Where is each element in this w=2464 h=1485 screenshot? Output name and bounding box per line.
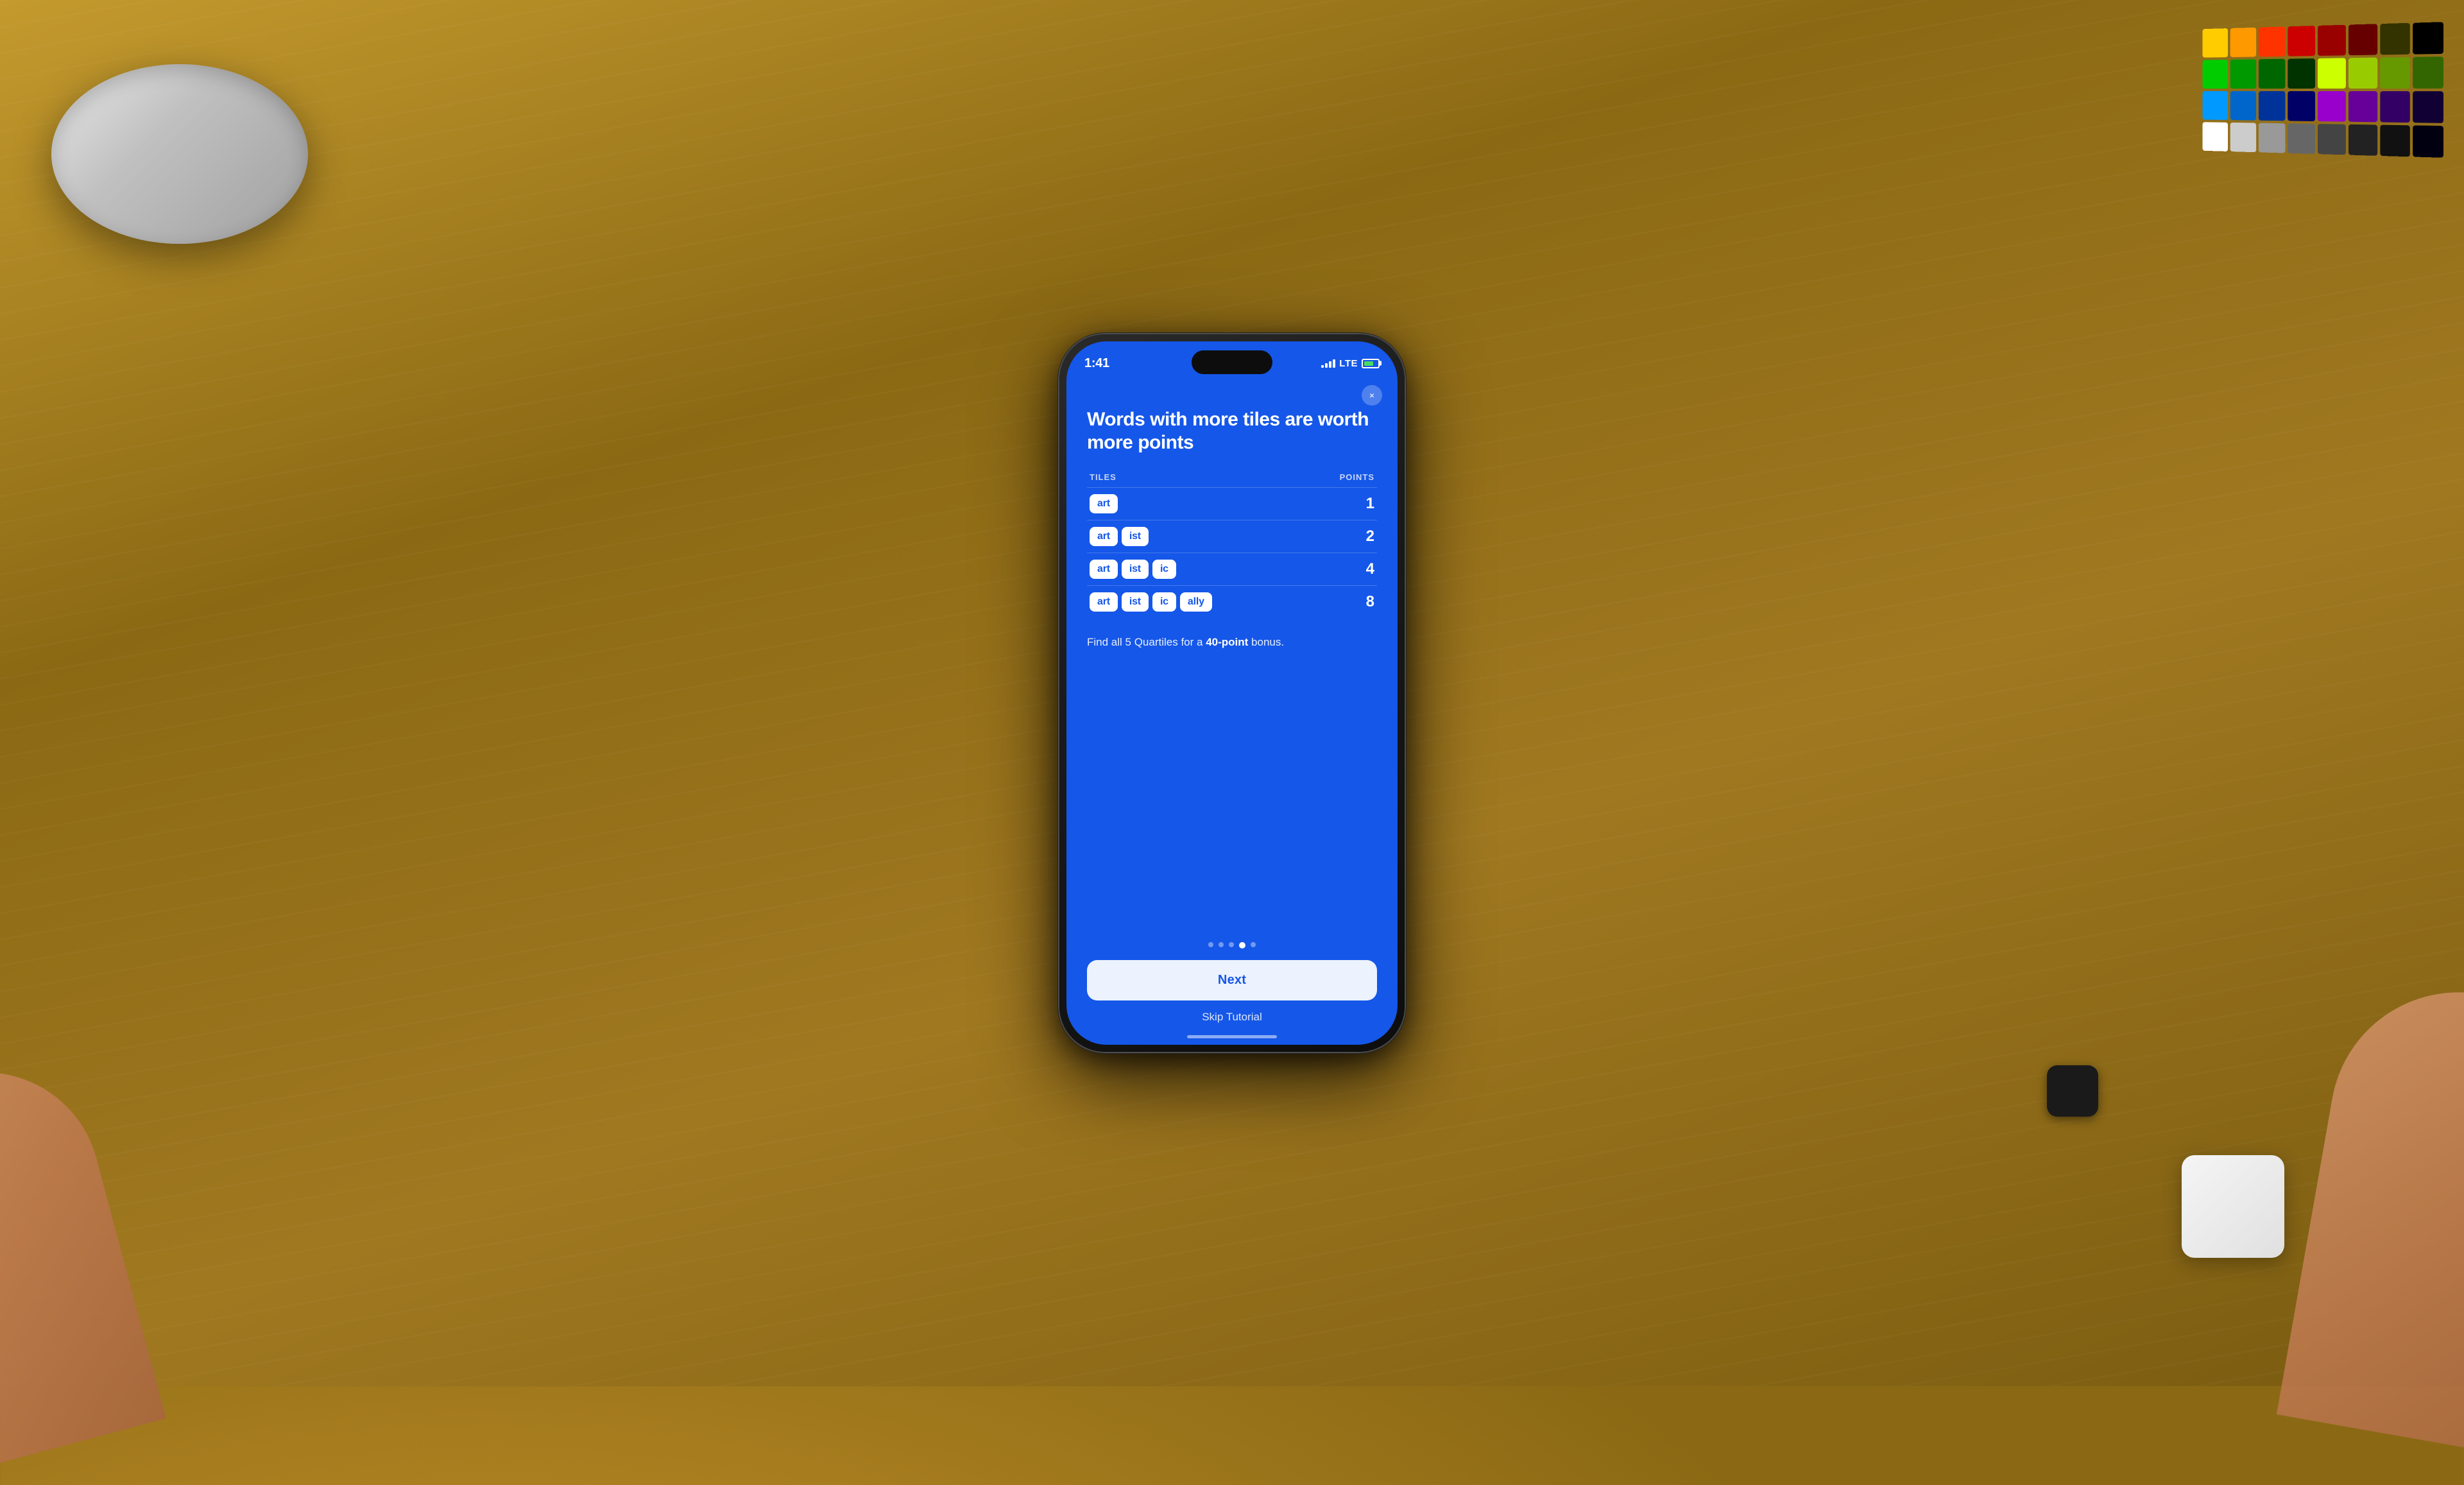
dynamic-island — [1192, 350, 1272, 374]
battery-fill — [1364, 361, 1373, 366]
lte-label: LTE — [1339, 358, 1358, 369]
main-content: Words with more tiles are worth more poi… — [1066, 376, 1398, 1031]
tiles-group-1: art — [1090, 494, 1118, 513]
table-row: art ist 2 — [1087, 520, 1377, 553]
color-swatch — [2380, 125, 2410, 157]
color-swatch — [2380, 57, 2410, 89]
color-swatch — [2380, 23, 2410, 55]
battery-icon — [1362, 359, 1380, 368]
bonus-highlight: 40-point — [1206, 636, 1248, 648]
color-swatch — [2318, 124, 2346, 155]
dot-2 — [1219, 942, 1224, 947]
tile-ist-4: ist — [1122, 592, 1149, 612]
next-button[interactable]: Next — [1087, 960, 1377, 1000]
color-swatch — [2318, 58, 2346, 89]
close-button[interactable]: × — [1362, 385, 1382, 406]
tile-art-3: art — [1090, 560, 1118, 579]
color-swatch — [2230, 59, 2256, 89]
dot-1 — [1208, 942, 1213, 947]
color-swatch — [2203, 91, 2228, 120]
home-indicator — [1187, 1035, 1277, 1038]
status-time: 1:41 — [1084, 356, 1109, 371]
color-swatch — [2259, 59, 2286, 89]
color-swatch — [2413, 91, 2443, 123]
headset-device — [13, 64, 346, 321]
points-2: 2 — [1355, 528, 1374, 545]
scoring-table: TILES POINTS art 1 art ist — [1087, 472, 1377, 618]
color-swatch — [2413, 22, 2443, 54]
color-swatch — [2230, 123, 2256, 152]
color-swatch — [2380, 91, 2410, 123]
status-icons: LTE — [1321, 358, 1380, 369]
color-swatch — [2288, 123, 2315, 154]
color-swatch — [2348, 124, 2377, 156]
color-swatch — [2259, 91, 2286, 121]
signal-bar-3 — [1329, 361, 1331, 368]
phone-wrapper: 1:41 LTE — [1052, 327, 1412, 1059]
color-swatch — [2413, 56, 2443, 89]
bonus-text: Find all 5 Quartiles for a 40-point bonu… — [1087, 635, 1377, 650]
tiles-group-3: art ist ic — [1090, 560, 1176, 579]
points-1: 1 — [1355, 495, 1374, 513]
dot-4-active — [1239, 942, 1245, 949]
close-icon: × — [1369, 391, 1374, 400]
tiles-group-4: art ist ic ally — [1090, 592, 1212, 612]
signal-bars — [1321, 359, 1335, 368]
table-row: art 1 — [1087, 487, 1377, 520]
tile-ic-3: ic — [1152, 560, 1176, 579]
tile-ist-2: ist — [1122, 527, 1149, 546]
table-header: TILES POINTS — [1087, 472, 1377, 487]
color-swatch — [2348, 58, 2377, 89]
pagination-dots — [1087, 942, 1377, 949]
tile-ic-4: ic — [1152, 592, 1176, 612]
tile-art-2: art — [1090, 527, 1118, 546]
color-swatch — [2288, 58, 2315, 89]
signal-bar-1 — [1321, 365, 1324, 368]
dot-3 — [1229, 942, 1234, 947]
table-row: art ist ic 4 — [1087, 553, 1377, 585]
color-swatch — [2203, 122, 2228, 151]
points-col-header: POINTS — [1340, 472, 1374, 482]
table-row: art ist ic ally 8 — [1087, 585, 1377, 618]
white-device — [2182, 1155, 2284, 1258]
tile-ist-3: ist — [1122, 560, 1149, 579]
color-swatch — [2348, 24, 2377, 55]
color-swatches — [2203, 22, 2443, 158]
tiles-col-header: TILES — [1090, 472, 1116, 482]
color-swatch — [2230, 28, 2256, 57]
tile-art-1: art — [1090, 494, 1118, 513]
tile-art-4: art — [1090, 592, 1118, 612]
color-swatch — [2318, 91, 2346, 122]
color-swatch — [2413, 125, 2443, 157]
spacer — [1087, 650, 1377, 942]
page-title: Words with more tiles are worth more poi… — [1087, 408, 1377, 454]
bonus-prefix: Find all 5 Quartiles for a — [1087, 636, 1206, 648]
color-swatch — [2230, 91, 2256, 121]
headset-body — [51, 64, 308, 244]
color-swatch — [2203, 28, 2228, 58]
color-swatch — [2318, 25, 2346, 56]
color-swatch — [2259, 26, 2286, 56]
phone-outer: 1:41 LTE — [1059, 334, 1405, 1052]
color-swatch — [2288, 91, 2315, 121]
tiles-group-2: art ist — [1090, 527, 1149, 546]
color-swatch — [2348, 91, 2377, 122]
color-swatch — [2288, 26, 2315, 56]
color-swatch — [2203, 60, 2228, 89]
tile-ally-4: ally — [1180, 592, 1212, 612]
color-swatch — [2259, 123, 2286, 153]
points-4: 8 — [1355, 593, 1374, 611]
signal-bar-4 — [1333, 359, 1335, 368]
dot-5 — [1251, 942, 1256, 947]
battery-container — [1362, 359, 1380, 368]
signal-bar-2 — [1325, 363, 1328, 368]
black-device — [2047, 1065, 2098, 1117]
phone-inner: 1:41 LTE — [1066, 341, 1398, 1045]
skip-tutorial-button[interactable]: Skip Tutorial — [1087, 1011, 1377, 1031]
bonus-suffix: bonus. — [1248, 636, 1284, 648]
points-3: 4 — [1355, 560, 1374, 578]
